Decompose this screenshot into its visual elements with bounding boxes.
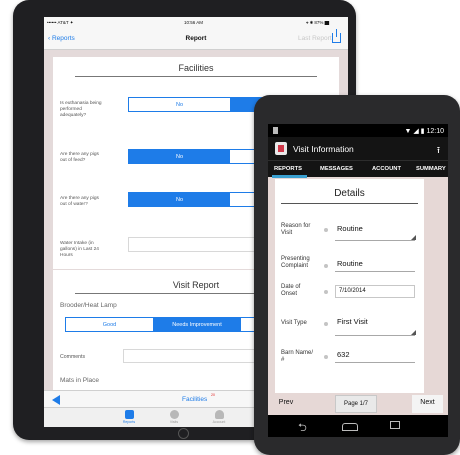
spinner-arrow-icon [411,330,416,335]
android-screen: ▼ ◢ ▮ 12:10 Visit Information ⭱ REPORTS … [268,124,448,437]
tab-label: Account [212,420,226,424]
facilities-title: Facilities [178,63,214,73]
segment-needs-improvement[interactable]: Needs Improvement [153,318,241,331]
tab-messages[interactable]: MESSAGES [320,166,353,172]
mats-label: Mats in Place [60,377,100,384]
android-tab-strip: REPORTS MESSAGES ACCOUNT SUMMARY [268,160,448,178]
status-time: 10:56 AM [184,20,204,25]
field-underline [335,362,415,363]
clock: 12:10 [426,128,444,135]
status-icons: ▼ ◢ ▮ [404,128,425,135]
tab-account[interactable]: Account [204,410,234,424]
field-label: Presenting Complaint [281,256,310,269]
section-badge: 20 [211,393,215,397]
ipad-status-bar: •••••• AT&T ✦ 10:56 AM ⌖ ✱ 87% ▇ [44,17,348,28]
reports-icon [124,410,134,419]
divider [281,203,418,204]
current-section-button[interactable]: Facilities [182,396,207,403]
android-status-bar: ▼ ◢ ▮ 12:10 [268,124,448,137]
field-label: Barn Name/ # [281,350,314,363]
field-dot-icon [324,290,328,294]
home-button[interactable] [178,428,189,439]
segment-good[interactable]: Good [66,318,153,331]
tab-summary[interactable]: SUMMARY [416,166,446,172]
pager-bar: Prev Page 1/7 Next [268,393,448,415]
details-form: Details Reason for Visit Routine Present… [275,179,424,393]
app-logo-icon [275,142,287,155]
field-dot-icon [324,228,328,232]
active-tab-indicator [272,175,307,178]
action-bar: Visit Information ⭱ [268,137,448,160]
android-nav-bar: ⮌ [268,415,448,437]
field-dot-icon [324,355,328,359]
tab-reports[interactable]: Reports [114,410,144,424]
field-label: Date of Onset [281,284,301,297]
tab-reports[interactable]: REPORTS [274,166,302,172]
back-icon[interactable]: ⮌ [298,419,307,437]
previous-section-arrow-icon[interactable] [52,395,60,405]
android-device: ▼ ◢ ▮ 12:10 Visit Information ⭱ REPORTS … [254,95,460,455]
reason-for-visit-select[interactable]: Routine [337,224,363,233]
barn-name-input[interactable]: 632 [337,350,350,359]
field-dot-icon [324,264,328,268]
recent-apps-icon[interactable] [390,421,400,429]
segment-no[interactable]: No [129,193,230,206]
last-report-button[interactable]: Last Report [298,35,332,42]
visit-type-select[interactable]: First Visit [337,317,368,326]
brooder-label: Brooder/Heat Lamp [60,302,117,309]
home-icon[interactable] [342,423,358,431]
ipad-nav-bar: ‹ Reports Report Last Report [44,28,348,50]
tab-label: Reports [122,420,136,424]
tab-visits[interactable]: Visits [159,410,189,424]
question-label: Are there any pigs out of feed? [60,152,99,163]
field-underline [335,240,415,241]
battery: ⌖ ✱ 87% ▇ [306,20,330,25]
spinner-arrow-icon [411,235,416,240]
field-label: Visit Type [281,320,307,326]
tab-account[interactable]: ACCOUNT [372,166,401,172]
upload-icon[interactable]: ⭱ [437,143,440,159]
tab-label: Visits [169,420,179,424]
account-icon [214,410,224,419]
segment-no[interactable]: No [129,98,230,111]
notification-icon [273,127,278,134]
prev-button[interactable]: Prev [271,395,301,413]
question-label: Is euthanasia being performed adequately… [60,101,102,118]
visits-icon [169,410,179,419]
details-heading: Details [334,188,365,199]
action-bar-title: Visit Information [293,144,354,154]
field-dot-icon [324,322,328,326]
divider [75,76,317,77]
field-underline [335,335,415,336]
segment-no[interactable]: No [129,150,230,163]
question-label: Are there any pigs out of water? [60,196,99,207]
presenting-complaint-input[interactable]: Routine [337,259,363,268]
water-intake-label: Water Intake (in gallons) in Last 24 Hou… [60,241,99,258]
comments-label: Comments [60,354,86,360]
share-icon[interactable] [332,29,341,43]
field-label: Reason for Visit [281,223,311,236]
carrier: •••••• AT&T ✦ [47,20,74,25]
field-underline [335,271,415,272]
status-time: ▼ ◢ ▮ 12:10 [404,127,444,135]
next-button[interactable]: Next [412,395,443,413]
date-of-onset-input[interactable]: 7/10/2014 [335,285,415,298]
page-indicator: Page 1/7 [335,395,377,413]
